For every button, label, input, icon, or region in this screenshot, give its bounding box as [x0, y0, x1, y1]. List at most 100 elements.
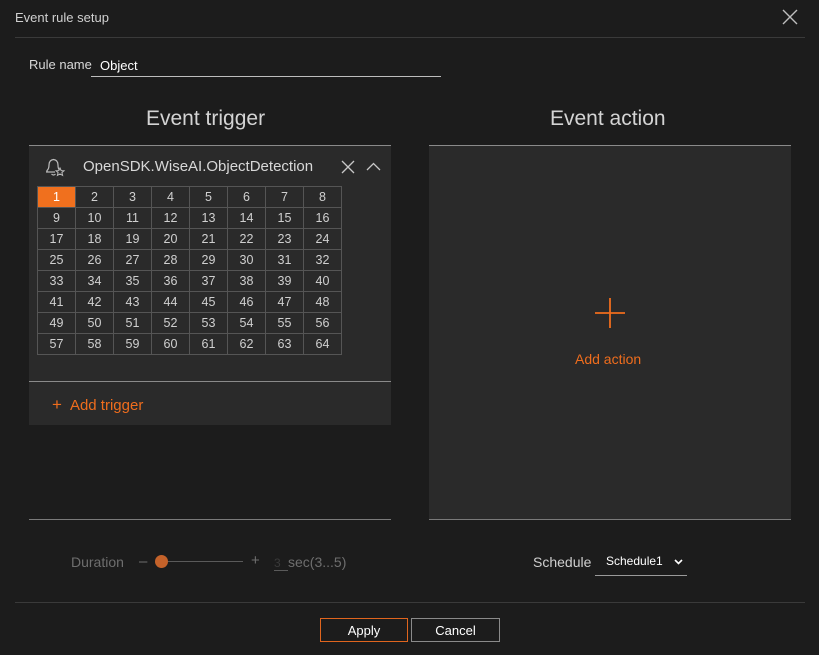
channel-cell[interactable]: 53: [189, 312, 228, 334]
channel-cell[interactable]: 22: [227, 228, 266, 250]
channel-cell[interactable]: 31: [265, 249, 304, 271]
channel-cell[interactable]: 26: [75, 249, 114, 271]
duration-value[interactable]: 3: [274, 556, 288, 571]
channel-cell[interactable]: 7: [265, 186, 304, 208]
channel-cell[interactable]: 32: [303, 249, 342, 271]
duration-unit: sec(3...5): [288, 554, 347, 570]
channel-cell[interactable]: 8: [303, 186, 342, 208]
channel-cell[interactable]: 42: [75, 291, 114, 313]
channel-cell[interactable]: 1: [37, 186, 76, 208]
channel-cell[interactable]: 23: [265, 228, 304, 250]
channel-row: 57 58 59 60 61 62 63 64: [37, 333, 342, 355]
schedule-label: Schedule: [533, 554, 592, 570]
channel-cell[interactable]: 63: [265, 333, 304, 355]
channel-cell[interactable]: 64: [303, 333, 342, 355]
channel-cell[interactable]: 2: [75, 186, 114, 208]
channel-cell[interactable]: 54: [227, 312, 266, 334]
channel-cell[interactable]: 12: [151, 207, 190, 229]
channel-row: 25 26 27 28 29 30 31 32: [37, 249, 342, 271]
channel-cell[interactable]: 24: [303, 228, 342, 250]
channel-cell[interactable]: 41: [37, 291, 76, 313]
channel-cell[interactable]: 60: [151, 333, 190, 355]
channel-cell[interactable]: 35: [113, 270, 152, 292]
channel-cell[interactable]: 18: [75, 228, 114, 250]
add-trigger-label: Add trigger: [69, 397, 144, 414]
channel-cell[interactable]: 10: [75, 207, 114, 229]
channel-cell[interactable]: 28: [151, 249, 190, 271]
channel-cell[interactable]: 56: [303, 312, 342, 334]
duration-decrease-button[interactable]: –: [139, 553, 147, 570]
duration-slider-thumb[interactable]: [155, 555, 168, 568]
rule-name-input[interactable]: [91, 55, 441, 77]
window-title: Event rule setup: [15, 10, 109, 25]
channel-cell[interactable]: 48: [303, 291, 342, 313]
channel-cell[interactable]: 38: [227, 270, 266, 292]
channel-cell[interactable]: 16: [303, 207, 342, 229]
channel-cell[interactable]: 46: [227, 291, 266, 313]
duration-field[interactable]: 3 sec(3...5): [274, 554, 346, 571]
channel-cell[interactable]: 36: [151, 270, 190, 292]
channel-cell[interactable]: 29: [189, 249, 228, 271]
channel-cell[interactable]: 19: [113, 228, 152, 250]
duration-slider-track[interactable]: [161, 561, 243, 562]
channel-cell[interactable]: 59: [113, 333, 152, 355]
add-action-plus-icon[interactable]: [594, 297, 626, 329]
channel-cell[interactable]: 47: [265, 291, 304, 313]
channel-cell[interactable]: 43: [113, 291, 152, 313]
channel-grid: 1 2 3 4 5 6 7 8 9 10 11 12 13 14 15 16 17 18 19 20 21 22 23 24 2…: [37, 186, 342, 355]
schedule-select[interactable]: Schedule1: [595, 548, 687, 576]
channel-cell[interactable]: 58: [75, 333, 114, 355]
event-trigger-title: Event trigger: [146, 107, 266, 130]
channel-row: 49 50 51 52 53 54 55 56: [37, 312, 342, 334]
channel-cell[interactable]: 52: [151, 312, 190, 334]
trigger-bottom-divider: [29, 519, 391, 520]
channel-cell[interactable]: 49: [37, 312, 76, 334]
channel-cell[interactable]: 14: [227, 207, 266, 229]
channel-cell[interactable]: 25: [37, 249, 76, 271]
channel-cell[interactable]: 3: [113, 186, 152, 208]
footer-divider: [15, 602, 805, 603]
channel-cell[interactable]: 15: [265, 207, 304, 229]
bell-star-icon: [46, 158, 66, 177]
add-trigger-button[interactable]: + Add trigger: [52, 395, 143, 415]
channel-cell[interactable]: 6: [227, 186, 266, 208]
cancel-button[interactable]: Cancel: [411, 618, 500, 642]
channel-cell[interactable]: 9: [37, 207, 76, 229]
channel-cell[interactable]: 11: [113, 207, 152, 229]
channel-cell[interactable]: 45: [189, 291, 228, 313]
channel-cell[interactable]: 40: [303, 270, 342, 292]
channel-row: 12345678: [37, 186, 342, 208]
collapse-chevron-up-icon[interactable]: [366, 162, 381, 171]
remove-trigger-icon[interactable]: [341, 160, 355, 174]
close-icon[interactable]: [781, 8, 799, 26]
channel-cell[interactable]: 33: [37, 270, 76, 292]
rule-name-label: Rule name: [29, 57, 92, 72]
channel-cell[interactable]: 44: [151, 291, 190, 313]
channel-cell[interactable]: 34: [75, 270, 114, 292]
channel-row: 41 42 43 44 45 46 47 48: [37, 291, 342, 313]
header-divider: [15, 37, 805, 38]
channel-cell[interactable]: 50: [75, 312, 114, 334]
channel-cell[interactable]: 37: [189, 270, 228, 292]
apply-button[interactable]: Apply: [320, 618, 408, 642]
channel-cell[interactable]: 51: [113, 312, 152, 334]
channel-cell[interactable]: 57: [37, 333, 76, 355]
channel-cell[interactable]: 39: [265, 270, 304, 292]
channel-row: 17 18 19 20 21 22 23 24: [37, 228, 342, 250]
add-action-button[interactable]: Add action: [575, 351, 641, 367]
plus-icon: +: [52, 395, 62, 414]
channel-cell[interactable]: 62: [227, 333, 266, 355]
action-bottom-divider: [429, 519, 791, 520]
duration-increase-button[interactable]: +: [251, 552, 260, 569]
channel-cell[interactable]: 20: [151, 228, 190, 250]
channel-cell[interactable]: 21: [189, 228, 228, 250]
channel-cell[interactable]: 30: [227, 249, 266, 271]
channel-cell[interactable]: 17: [37, 228, 76, 250]
channel-cell[interactable]: 4: [151, 186, 190, 208]
channel-cell[interactable]: 27: [113, 249, 152, 271]
channel-cell[interactable]: 61: [189, 333, 228, 355]
channel-cell[interactable]: 13: [189, 207, 228, 229]
channel-row: 33 34 35 36 37 38 39 40: [37, 270, 342, 292]
channel-cell[interactable]: 5: [189, 186, 228, 208]
channel-cell[interactable]: 55: [265, 312, 304, 334]
